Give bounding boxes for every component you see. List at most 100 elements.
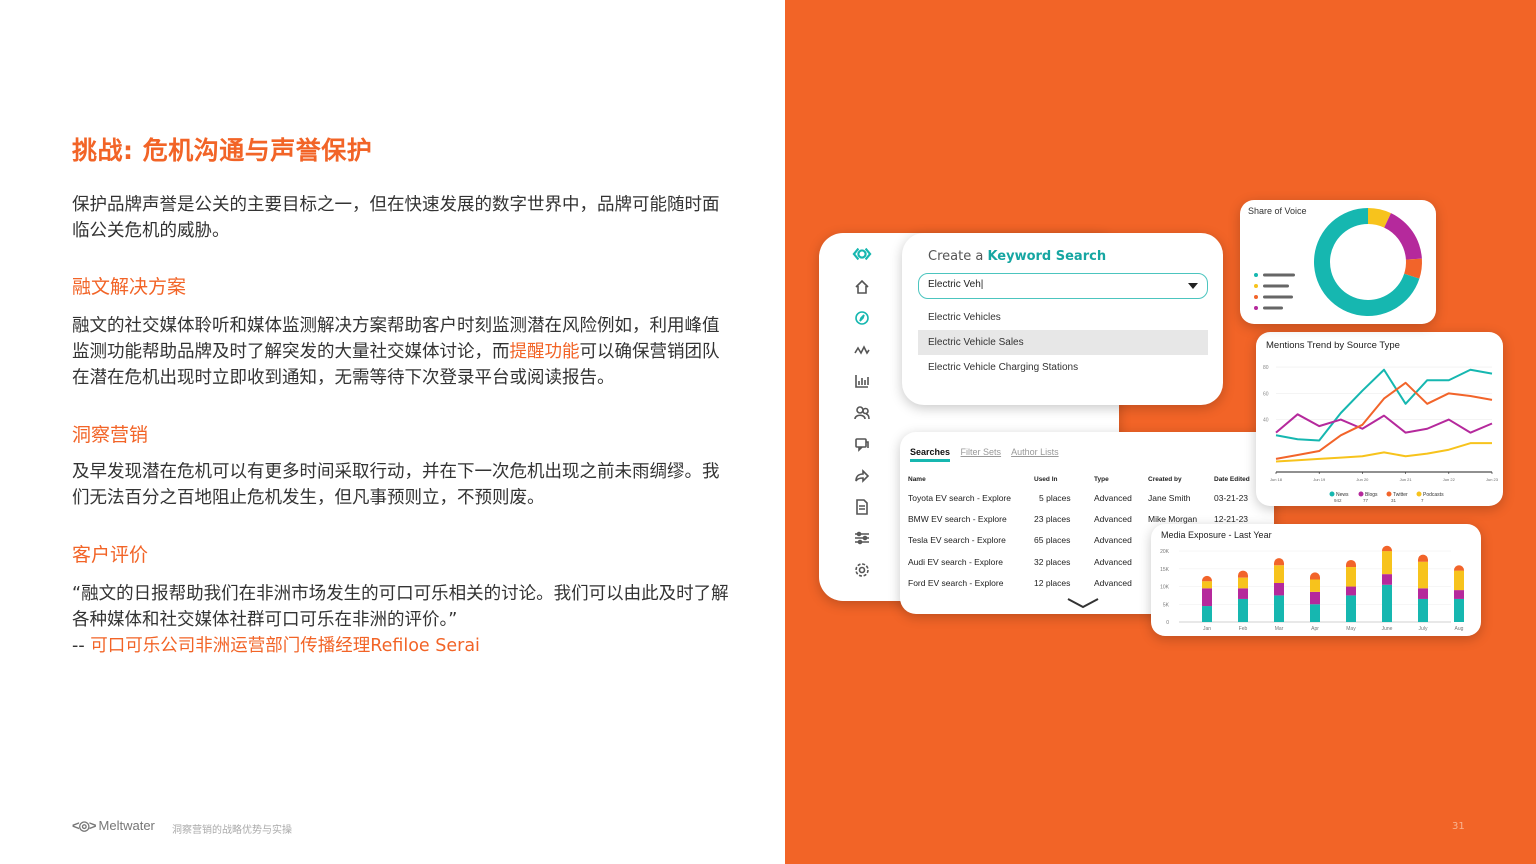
- trend-icon[interactable]: [852, 340, 872, 360]
- x-tick-label: Jun 19: [1313, 477, 1326, 482]
- x-tick-label: July: [1419, 626, 1428, 632]
- bar-segment: [1274, 583, 1284, 596]
- gear-icon[interactable]: [852, 560, 872, 580]
- keyword-search-card: Create a Keyword Search Electric Veh| El…: [902, 233, 1223, 405]
- keyword-suggestions: Electric Vehicles Electric Vehicle Sales…: [918, 305, 1208, 390]
- y-tick-label: 5K: [1163, 602, 1170, 608]
- meltwater-logo: <◎> Meltwater: [72, 818, 155, 833]
- share-icon[interactable]: [852, 466, 872, 486]
- bar-segment: [1346, 595, 1356, 622]
- dropdown-caret-icon[interactable]: [1188, 283, 1198, 289]
- home-icon[interactable]: [852, 277, 872, 297]
- legend-value: 7: [1421, 498, 1424, 503]
- legend-bar: [1263, 295, 1293, 299]
- keyword-search-title: Create a Keyword Search: [928, 249, 1107, 264]
- y-tick-label: 15K: [1160, 567, 1170, 573]
- tab-searches[interactable]: Searches: [910, 447, 951, 462]
- legend-bar: [1263, 284, 1289, 288]
- legend-dot: [1254, 306, 1258, 310]
- legend-value: 77: [1363, 498, 1369, 503]
- bar-segment: [1202, 606, 1212, 622]
- page-title: 挑战: 危机沟通与声誉保护: [72, 136, 373, 165]
- column-header[interactable]: Type: [1094, 471, 1148, 487]
- bar-segment: [1454, 565, 1464, 571]
- bar-segment: [1454, 570, 1464, 591]
- y-tick-label: 10K: [1160, 585, 1170, 591]
- column-header[interactable]: Used In: [1034, 471, 1094, 487]
- series-line: [1275, 368, 1493, 442]
- tab-author-lists[interactable]: Author Lists: [1011, 447, 1059, 457]
- suggestion-item[interactable]: Electric Vehicles: [918, 305, 1208, 330]
- x-tick-label: Jan: [1203, 626, 1211, 632]
- bar-segment: [1418, 598, 1428, 622]
- bar-segment: [1418, 561, 1428, 589]
- column-header[interactable]: Date Edited: [1214, 471, 1254, 487]
- x-tick-label: Feb: [1239, 626, 1248, 632]
- keyword-search-input[interactable]: Electric Veh|: [918, 273, 1208, 299]
- share-of-voice-chart: [1254, 208, 1422, 316]
- bar-segment: [1274, 565, 1284, 583]
- suggestion-item[interactable]: Electric Vehicle Charging Stations: [918, 355, 1208, 380]
- bar-segment: [1202, 588, 1212, 607]
- suggestion-item[interactable]: Electric Vehicle Sales: [918, 330, 1208, 355]
- x-tick-label: Aug: [1455, 626, 1464, 632]
- bar-segment: [1346, 559, 1356, 568]
- solution-paragraph: 融文的社交媒体聆听和媒体监测解决方案帮助客户时刻监测潜在风险例如，利用峰值监测功…: [72, 316, 720, 388]
- logo-icon: <◎>: [72, 818, 97, 833]
- bar-segment: [1382, 545, 1392, 552]
- legend-dot: [1254, 273, 1258, 277]
- testimonial-quote: “融文的日报帮助我们在非洲市场发生的可口可乐相关的讨论。我们可以由此及时了解各种…: [72, 584, 729, 630]
- x-tick-label: May: [1346, 626, 1356, 632]
- x-tick-label: Jun 21: [1400, 477, 1413, 482]
- section-title-insight: 洞察营销: [72, 424, 149, 446]
- searches-tabs: Searches Filter Sets Author Lists: [910, 447, 1067, 462]
- logo-icon[interactable]: [852, 244, 872, 264]
- column-header[interactable]: Created by: [1148, 471, 1214, 487]
- y-tick-label: 0: [1166, 620, 1169, 626]
- x-tick-label: Jun 22: [1443, 477, 1456, 482]
- bar-segment: [1310, 591, 1320, 605]
- bar-segment: [1274, 558, 1284, 566]
- section-title-solution: 融文解决方案: [72, 276, 187, 298]
- bar-segment: [1418, 554, 1428, 562]
- chevron-down-icon[interactable]: [1066, 596, 1100, 610]
- x-tick-label: Apr: [1311, 626, 1319, 632]
- people-icon[interactable]: [852, 403, 872, 423]
- mentions-trend-chart: 80 60 40 Jun 18 Jun 19 Jun 20 Jun 21 Jun 22 Jun…: [1263, 365, 1499, 503]
- table-row[interactable]: Toyota EV search - Explore 5 places Advanc…: [908, 487, 1254, 508]
- bar-segment: [1346, 567, 1356, 587]
- bar-segment: [1238, 588, 1248, 599]
- y-tick-label: 60: [1263, 391, 1269, 397]
- bar-segment: [1310, 579, 1320, 592]
- media-exposure-chart: 20K 15K 10K 5K 0 Jan Feb Mar Apr May June July Aug: [1160, 545, 1464, 632]
- bar-segment: [1310, 604, 1320, 622]
- column-header[interactable]: Name: [908, 471, 1034, 487]
- bar-segment: [1346, 586, 1356, 596]
- x-tick-label: June: [1382, 626, 1393, 632]
- bar-segment: [1202, 575, 1212, 582]
- legend-dot: [1254, 284, 1258, 288]
- bar-segment: [1418, 588, 1428, 599]
- text-panel: 挑战: 危机沟通与声誉保护 保护品牌声誉是公关的主要目标之一，但在快速发展的数字…: [0, 0, 785, 864]
- bar-segment: [1238, 577, 1248, 589]
- compass-icon[interactable]: [852, 308, 872, 328]
- x-tick-label: Mar: [1275, 626, 1284, 632]
- legend-swatch: [1358, 491, 1364, 497]
- y-tick-label: 80: [1263, 365, 1269, 371]
- legend-swatch: [1386, 491, 1392, 497]
- y-tick-label: 40: [1263, 418, 1269, 424]
- legend-swatch: [1329, 491, 1335, 497]
- bar-segment: [1454, 590, 1464, 599]
- legend-bars: [1254, 273, 1295, 310]
- mentions-trend-card: Mentions Trend by Source Type 80 60 40 Jun…: [1256, 332, 1503, 506]
- chat-icon[interactable]: [852, 434, 872, 454]
- bar-chart-icon[interactable]: [852, 371, 872, 391]
- sliders-icon[interactable]: [852, 528, 872, 548]
- tab-filter-sets[interactable]: Filter Sets: [961, 447, 1002, 457]
- alert-feature-highlight: 提醒功能: [509, 342, 580, 362]
- media-exposure-card: Media Exposure - Last Year 20K 15K 10K 5K 0 …: [1151, 524, 1481, 636]
- document-icon[interactable]: [852, 497, 872, 517]
- legend-dot: [1254, 295, 1258, 299]
- bar-segment: [1202, 581, 1212, 589]
- page-number: 31: [1452, 821, 1465, 832]
